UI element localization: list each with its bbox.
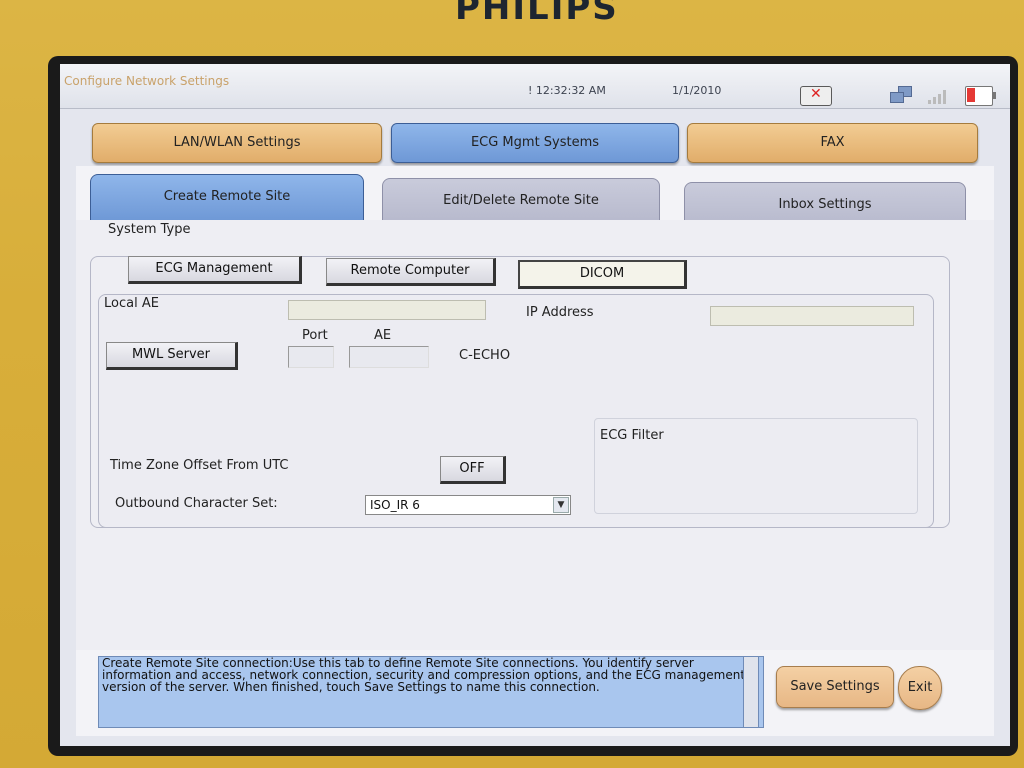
outbound-charset-select[interactable]: ISO_IR 6 ▼: [365, 495, 571, 515]
ae-label: AE: [374, 328, 392, 343]
device-bezel: PHILIPS Configure Network Settings ! 12:…: [0, 0, 1024, 768]
port-field[interactable]: [288, 346, 334, 368]
chevron-down-icon[interactable]: ▼: [553, 497, 569, 513]
port-label: Port: [302, 328, 328, 343]
exit-button[interactable]: Exit: [898, 666, 942, 710]
clock-time: ! 12:32:32 AM: [528, 84, 606, 97]
ip-address-label: IP Address: [526, 305, 594, 320]
mwl-server-button[interactable]: MWL Server: [106, 342, 238, 370]
remote-computer-button[interactable]: Remote Computer: [326, 258, 496, 286]
outbound-charset-label: Outbound Character Set:: [115, 496, 278, 511]
tab-ecg-mgmt-systems[interactable]: ECG Mgmt Systems: [391, 123, 679, 163]
help-scrollbar[interactable]: [743, 656, 759, 728]
help-text: Create Remote Site connection:Use this t…: [102, 656, 746, 694]
tab-lan-wlan-settings[interactable]: LAN/WLAN Settings: [92, 123, 382, 163]
help-text-box: Create Remote Site connection:Use this t…: [98, 656, 764, 728]
outbound-charset-value: ISO_IR 6: [370, 498, 420, 512]
create-remote-site-content: System Type ECG Management Remote Comput…: [76, 220, 994, 650]
tab-edit-delete-remote-site[interactable]: Edit/Delete Remote Site: [382, 178, 660, 225]
dicom-button[interactable]: DICOM: [518, 260, 687, 289]
title-bar: Configure Network Settings ! 12:32:32 AM…: [60, 64, 1010, 109]
save-settings-button[interactable]: Save Settings: [776, 666, 894, 708]
brand-logo: PHILIPS: [455, 0, 619, 28]
local-ae-field[interactable]: [288, 300, 486, 320]
ecg-filter-label: ECG Filter: [600, 428, 664, 443]
tab-fax[interactable]: FAX: [687, 123, 978, 163]
local-ae-label: Local AE: [104, 296, 159, 311]
timezone-offset-toggle[interactable]: OFF: [440, 456, 506, 484]
c-echo-label: C-ECHO: [459, 348, 511, 363]
window-title: Configure Network Settings: [64, 74, 230, 88]
ae-field[interactable]: [349, 346, 429, 368]
lan-icon: [890, 86, 912, 104]
clock-date: 1/1/2010: [672, 84, 722, 97]
system-type-label: System Type: [108, 222, 191, 237]
ecg-management-button[interactable]: ECG Management: [128, 256, 302, 284]
timezone-offset-label: Time Zone Offset From UTC: [110, 458, 289, 473]
tab-create-remote-site[interactable]: Create Remote Site: [90, 174, 364, 221]
screen: Configure Network Settings ! 12:32:32 AM…: [60, 64, 1010, 746]
network-disconnected-icon: [800, 86, 832, 106]
signal-strength-icon: [928, 86, 950, 104]
battery-icon: [965, 86, 996, 106]
ip-address-field[interactable]: [710, 306, 914, 326]
